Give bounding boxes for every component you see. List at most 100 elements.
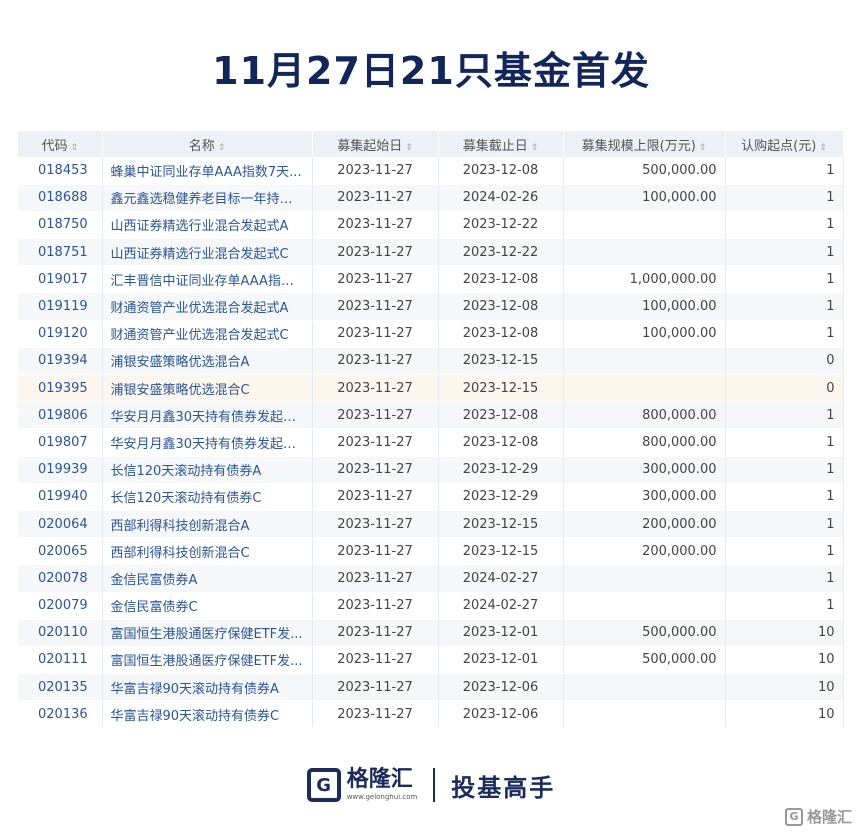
table-row[interactable]: 018688 鑫元鑫选稳健养老目标一年持有... 2023-11-27 2024-02…: [18, 184, 844, 212]
fund-name[interactable]: 山西证券精选行业混合发起式C: [102, 238, 313, 267]
start-date: 2023-11-27: [312, 211, 439, 240]
fund-name[interactable]: 华安月月鑫30天持有债券发起式C: [102, 428, 313, 457]
fund-name[interactable]: 华安月月鑫30天持有债券发起式A: [102, 401, 313, 430]
fund-code[interactable]: 018751: [18, 238, 103, 267]
table-row[interactable]: 020064 西部利得科技创新混合A 2023-11-27 2023-12-15 200…: [18, 510, 844, 539]
fund-name[interactable]: 金信民富债券A: [102, 564, 313, 593]
header-name[interactable]: 名称 ⇕: [102, 131, 313, 157]
header-code[interactable]: 代码 ⇕: [18, 131, 103, 157]
raise-cap: 500,000.00: [563, 646, 726, 675]
fund-name[interactable]: 富国恒生港股通医疗保健ETF发...: [102, 646, 313, 675]
fund-code[interactable]: 020064: [18, 510, 103, 539]
fund-code[interactable]: 020078: [18, 564, 103, 593]
fund-name[interactable]: 长信120天滚动持有债券A: [102, 456, 313, 484]
start-date: 2023-11-27: [312, 428, 439, 457]
fund-code[interactable]: 020110: [18, 619, 103, 647]
sort-icon[interactable]: ⇕: [699, 143, 707, 153]
page-title: 11月27日21只基金首发: [212, 49, 650, 93]
start-date: 2023-11-27: [312, 320, 439, 348]
header-cap[interactable]: 募集规模上限(万元) ⇕: [563, 131, 726, 157]
fund-code[interactable]: 020079: [18, 592, 103, 620]
fund-code[interactable]: 019394: [18, 347, 103, 376]
fund-name[interactable]: 长信120天滚动持有债券C: [102, 483, 313, 511]
fund-code[interactable]: 019017: [18, 265, 103, 294]
fund-code[interactable]: 019119: [18, 292, 103, 321]
fund-name[interactable]: 山西证券精选行业混合发起式A: [102, 211, 313, 240]
fund-code[interactable]: 018750: [18, 211, 103, 240]
end-date: 2023-12-08: [438, 157, 564, 185]
table-row[interactable]: 019395 浦银安盛策略优选混合C 2023-11-27 2023-12-15 0: [18, 374, 844, 403]
fund-code[interactable]: 019806: [18, 401, 103, 430]
fund-name[interactable]: 西部利得科技创新混合C: [102, 537, 313, 566]
start-date: 2023-11-27: [312, 646, 439, 675]
gelonghui-logo-icon: G: [306, 768, 341, 802]
fund-code[interactable]: 019807: [18, 428, 103, 457]
end-date: 2023-12-29: [438, 456, 564, 484]
min-purchase: 1: [725, 537, 844, 566]
start-date: 2023-11-27: [312, 292, 439, 321]
sort-icon[interactable]: ⇕: [218, 143, 226, 153]
min-purchase: 1: [725, 592, 844, 620]
table-row[interactable]: 020135 华富吉禄90天滚动持有债券A 2023-11-27 2023-12-06…: [18, 673, 844, 702]
end-date: 2023-12-15: [438, 537, 564, 566]
fund-name[interactable]: 华富吉禄90天滚动持有债券A: [102, 673, 313, 702]
fund-name[interactable]: 富国恒生港股通医疗保健ETF发...: [102, 619, 313, 647]
raise-cap: 100,000.00: [563, 320, 726, 348]
end-date: 2023-12-06: [438, 673, 564, 702]
start-date: 2023-11-27: [312, 483, 439, 511]
fund-code[interactable]: 018453: [18, 157, 103, 185]
fund-name[interactable]: 财通资管产业优选混合发起式A: [102, 292, 313, 321]
fund-name[interactable]: 汇丰晋信中证同业存单AAA指数...: [102, 265, 313, 294]
header-min-purchase[interactable]: 认购起点(元) ⇕: [725, 131, 844, 157]
raise-cap: [563, 211, 726, 240]
header-end-date[interactable]: 募集截止日 ⇕: [438, 131, 564, 157]
table-row[interactable]: 018453 蜂巢中证同业存单AAA指数7天... 2023-11-27 2023-1…: [18, 157, 844, 185]
header-label: 募集截止日: [462, 138, 528, 154]
table-row[interactable]: 019017 汇丰晋信中证同业存单AAA指数... 2023-11-27 2023-1…: [18, 265, 844, 294]
fund-name[interactable]: 浦银安盛策略优选混合A: [102, 347, 313, 376]
fund-name[interactable]: 西部利得科技创新混合A: [102, 510, 313, 539]
min-purchase: 1: [725, 292, 844, 321]
fund-name[interactable]: 蜂巢中证同业存单AAA指数7天...: [102, 157, 313, 185]
fund-name[interactable]: 华富吉禄90天滚动持有债券C: [102, 700, 313, 729]
table-row[interactable]: 020078 金信民富债券A 2023-11-27 2024-02-27 1: [18, 564, 844, 593]
fund-code[interactable]: 020065: [18, 537, 103, 566]
fund-name[interactable]: 鑫元鑫选稳健养老目标一年持有...: [102, 184, 313, 212]
sort-icon[interactable]: ⇕: [405, 143, 413, 153]
fund-code[interactable]: 019939: [18, 456, 103, 484]
sort-icon[interactable]: ⇕: [819, 143, 827, 153]
table-row[interactable]: 020111 富国恒生港股通医疗保健ETF发... 2023-11-27 2023-1…: [18, 646, 844, 675]
end-date: 2023-12-08: [438, 428, 564, 457]
fund-code[interactable]: 020111: [18, 646, 103, 675]
table-row[interactable]: 019806 华安月月鑫30天持有债券发起式A 2023-11-27 2023-12-…: [18, 401, 844, 430]
table-row[interactable]: 019119 财通资管产业优选混合发起式A 2023-11-27 2023-12-08…: [18, 292, 844, 321]
table-row[interactable]: 020079 金信民富债券C 2023-11-27 2024-02-27 1: [18, 592, 844, 620]
raise-cap: [563, 592, 726, 620]
start-date: 2023-11-27: [312, 238, 439, 267]
sort-icon[interactable]: ⇕: [70, 143, 78, 153]
table-row[interactable]: 018750 山西证券精选行业混合发起式A 2023-11-27 2023-12-22…: [18, 211, 844, 240]
fund-code[interactable]: 019395: [18, 374, 103, 403]
min-purchase: 10: [725, 700, 844, 729]
fund-name[interactable]: 金信民富债券C: [102, 592, 313, 620]
table-row[interactable]: 020110 富国恒生港股通医疗保健ETF发... 2023-11-27 2023-1…: [18, 619, 844, 647]
sort-icon[interactable]: ⇕: [531, 143, 539, 153]
header-start-date[interactable]: 募集起始日 ⇕: [312, 131, 439, 157]
table-row[interactable]: 020065 西部利得科技创新混合C 2023-11-27 2023-12-15 200…: [18, 537, 844, 566]
fund-code[interactable]: 019940: [18, 483, 103, 511]
table-row[interactable]: 019939 长信120天滚动持有债券A 2023-11-27 2023-12-29 3…: [18, 456, 844, 484]
fund-name[interactable]: 浦银安盛策略优选混合C: [102, 374, 313, 403]
raise-cap: 300,000.00: [563, 456, 726, 484]
table-row[interactable]: 019394 浦银安盛策略优选混合A 2023-11-27 2023-12-15 0: [18, 347, 844, 376]
fund-code[interactable]: 019120: [18, 320, 103, 348]
table-row[interactable]: 019120 财通资管产业优选混合发起式C 2023-11-27 2023-12-08…: [18, 320, 844, 348]
fund-code[interactable]: 020136: [18, 700, 103, 729]
table-row[interactable]: 019940 长信120天滚动持有债券C 2023-11-27 2023-12-29 3…: [18, 483, 844, 511]
table-row[interactable]: 019807 华安月月鑫30天持有债券发起式C 2023-11-27 2023-12-…: [18, 428, 844, 457]
page: 11月27日21只基金首发 代码 ⇕ 名称 ⇕ 募集起始日 ⇕ 募集截止日 ⇕ 募集规模上限(万…: [0, 0, 862, 835]
table-row[interactable]: 018751 山西证券精选行业混合发起式C 2023-11-27 2023-12-22…: [18, 238, 844, 267]
fund-code[interactable]: 020135: [18, 673, 103, 702]
table-row[interactable]: 020136 华富吉禄90天滚动持有债券C 2023-11-27 2023-12-06…: [18, 700, 844, 729]
fund-code[interactable]: 018688: [18, 184, 103, 212]
fund-name[interactable]: 财通资管产业优选混合发起式C: [102, 320, 313, 348]
